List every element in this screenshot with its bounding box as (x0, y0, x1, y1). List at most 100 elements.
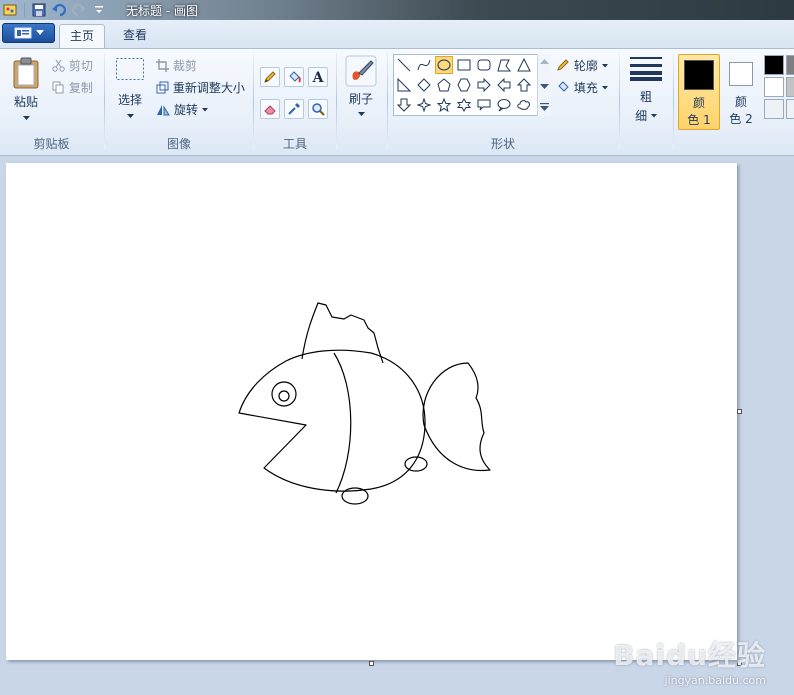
svg-text:A: A (312, 70, 325, 84)
cut-button[interactable]: 剪切 (52, 57, 93, 74)
paste-button[interactable]: 粘贴 (6, 55, 46, 127)
size-label-line2: 细 (624, 107, 668, 124)
fill-button[interactable]: 填充 (556, 79, 608, 96)
up-arrow-icon (517, 78, 531, 92)
crop-button[interactable]: 裁剪 (156, 57, 197, 74)
eraser-tool[interactable] (260, 99, 280, 119)
ribbon-tab-row: 主页 查看 (0, 20, 794, 48)
scroll-down-icon[interactable] (539, 81, 550, 91)
clipboard-group-label: 剪贴板 (33, 137, 70, 151)
shape-triangle[interactable] (515, 56, 533, 74)
shape-oval-callout[interactable] (495, 96, 513, 114)
color2-button[interactable]: 颜 色 2 (720, 54, 762, 130)
magnifier-icon (312, 103, 325, 116)
shape-five-point-star[interactable] (435, 96, 453, 114)
group-divider (673, 53, 674, 149)
shape-diamond[interactable] (415, 76, 433, 94)
rotate-icon (157, 105, 170, 116)
outline-button[interactable]: 轮廓 (556, 57, 608, 74)
copy-button[interactable]: 复制 (52, 79, 93, 96)
group-divider (104, 53, 105, 149)
select-label: 选择 (117, 93, 142, 107)
fill-tool[interactable] (284, 67, 304, 87)
gallery-expand-icon[interactable] (539, 102, 550, 112)
tab-view[interactable]: 查看 (113, 24, 157, 48)
brushes-button[interactable]: 刷子 (341, 55, 381, 129)
fill-label: 填充 (573, 81, 598, 95)
qat-separator (24, 3, 25, 17)
text-tool[interactable]: A (308, 67, 328, 87)
color2-swatch (729, 62, 753, 86)
paint-app-icon[interactable] (2, 2, 18, 18)
shape-line[interactable] (395, 56, 413, 74)
line-width-icon (630, 57, 662, 81)
rounded-rectangle-icon (477, 59, 491, 71)
outline-label: 轮廓 (573, 59, 598, 73)
shape-rounded-rectangle[interactable] (475, 56, 493, 74)
cut-label: 剪切 (68, 59, 93, 73)
rectangle-icon (457, 59, 471, 71)
pencil-tool[interactable] (260, 67, 280, 87)
six-point-star-icon (457, 98, 471, 112)
canvas-resize-handle-right[interactable] (737, 409, 742, 414)
shape-pentagon[interactable] (435, 76, 453, 94)
shape-rect-callout[interactable] (475, 96, 493, 114)
select-rectangle-icon (116, 58, 144, 80)
undo-icon[interactable] (51, 2, 67, 18)
chevron-down-icon (126, 114, 134, 118)
color2-label-line1: 颜 (734, 95, 747, 109)
oval-callout-icon (497, 99, 511, 112)
app-menu-button[interactable] (2, 23, 55, 43)
shape-polygon[interactable] (495, 56, 513, 74)
shape-six-point-star[interactable] (455, 96, 473, 114)
chevron-down-icon (35, 30, 44, 35)
shape-right-arrow[interactable] (475, 76, 493, 94)
shape-hexagon[interactable] (455, 76, 473, 94)
shape-rectangle[interactable] (455, 56, 473, 74)
shape-oval[interactable] (435, 56, 453, 74)
tools-group: A 工具 (255, 49, 335, 155)
scissors-icon (52, 59, 65, 72)
shape-up-arrow[interactable] (515, 76, 533, 94)
color1-button[interactable]: 颜 色 1 (678, 54, 720, 130)
hexagon-icon (457, 78, 471, 92)
magnifier-tool[interactable] (308, 99, 328, 119)
palette-color-light-gray[interactable] (786, 77, 794, 97)
title-separator (113, 3, 114, 17)
shape-curve[interactable] (415, 56, 433, 74)
down-arrow-icon (397, 98, 411, 112)
color1-swatch (684, 60, 714, 90)
redo-icon[interactable] (71, 2, 87, 18)
qat-customize-icon[interactable] (91, 2, 107, 18)
shapes-gallery (393, 54, 550, 116)
size-label-line2-text: 细 (635, 109, 648, 123)
size-button[interactable]: 粗 细 (624, 55, 668, 129)
palette-custom-empty[interactable] (786, 99, 794, 119)
palette-color-white[interactable] (764, 77, 784, 97)
shape-left-arrow[interactable] (495, 76, 513, 94)
shape-four-point-star[interactable] (415, 96, 433, 114)
color1-label-line1: 颜 (692, 96, 705, 110)
canvas-workspace: Baidu经验 jingyan.baidu.com (0, 156, 794, 695)
color-picker-tool[interactable] (284, 99, 304, 119)
shape-cloud-callout[interactable] (515, 96, 533, 114)
tab-home[interactable]: 主页 (59, 24, 105, 48)
save-icon[interactable] (31, 2, 47, 18)
rotate-button[interactable]: 旋转 (156, 101, 208, 118)
select-button[interactable]: 选择 (110, 57, 150, 127)
shape-right-triangle[interactable] (395, 76, 413, 94)
scroll-up-icon[interactable] (539, 57, 550, 67)
crop-icon (156, 59, 169, 72)
curve-icon (417, 59, 431, 71)
drawing-canvas[interactable] (6, 163, 737, 660)
palette-custom-empty[interactable] (764, 99, 784, 119)
resize-button[interactable]: 重新调整大小 (156, 79, 245, 96)
shape-down-arrow[interactable] (395, 96, 413, 114)
palette-color-black[interactable] (764, 55, 784, 75)
fill-bucket-icon (558, 81, 569, 92)
group-divider (619, 53, 620, 149)
canvas-resize-handle-bottom[interactable] (369, 661, 374, 666)
palette-color-gray[interactable] (786, 55, 794, 75)
text-a-icon: A (312, 70, 325, 84)
tools-group-label: 工具 (282, 137, 307, 151)
